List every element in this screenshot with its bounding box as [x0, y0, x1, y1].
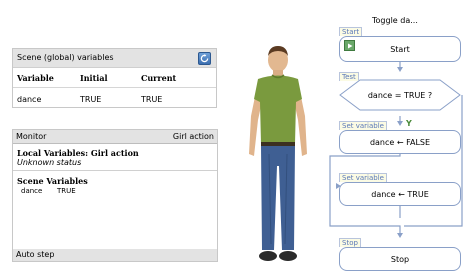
scene-table-header-row: Variable Initial Current [13, 68, 216, 88]
scene-variables-panel: Scene (global) variables Variable Initia… [12, 48, 217, 108]
scene-variables-table: Variable Initial Current dance TRUE TRUE [13, 68, 216, 110]
monitor-section-divider [13, 170, 217, 171]
scene-var-name: dance [21, 187, 43, 195]
column-header-variable: Variable [13, 68, 76, 88]
monitor-body: Local Variables: Girl action Unknown sta… [13, 148, 217, 196]
local-status: Unknown status [17, 158, 82, 167]
monitor-header: Monitor Girl action [13, 130, 217, 143]
monitor-title: Monitor [16, 132, 47, 141]
table-row[interactable]: dance TRUE TRUE [13, 88, 216, 111]
flow-title: Toggle da... [372, 16, 418, 25]
start-node-label: Start [339, 27, 363, 36]
cell-current: TRUE [141, 94, 163, 104]
scene-variables-title: Scene (global) variables [17, 53, 114, 62]
local-variables-title: Local Variables: Girl action [17, 148, 139, 158]
refresh-icon[interactable] [198, 52, 211, 65]
set-variable-1-node[interactable]: dance ← FALSE [339, 130, 461, 154]
character-figure [249, 46, 307, 261]
cell-initial: TRUE [80, 94, 102, 104]
monitor-panel: Monitor Girl action Local Variables: Gir… [12, 129, 218, 262]
stop-node-text: Stop [390, 254, 410, 264]
monitor-agent-label: Girl action [172, 132, 214, 141]
column-header-current: Current [137, 68, 216, 88]
play-icon[interactable] [344, 40, 355, 51]
list-item: dance TRUE [17, 186, 217, 196]
stop-node[interactable]: Stop [339, 247, 461, 271]
start-node[interactable]: Start [339, 36, 461, 62]
test-node-text: dance = TRUE ? [367, 90, 433, 100]
cell-variable: dance [17, 94, 42, 104]
auto-step-button[interactable]: Auto step [13, 249, 217, 261]
start-node-text: Start [390, 44, 410, 54]
set-variable-2-text: dance ← TRUE [371, 189, 429, 199]
monitor-divider [13, 143, 217, 144]
stop-node-label: Stop [339, 238, 361, 247]
test-node[interactable]: dance = TRUE ? [340, 80, 460, 110]
column-header-initial: Initial [76, 68, 137, 88]
yes-branch-label: Y [406, 119, 412, 128]
set-variable-1-label: Set variable [339, 121, 387, 130]
set-variable-2-node[interactable]: dance ← TRUE [339, 182, 461, 206]
set-variable-1-text: dance ← FALSE [369, 137, 431, 147]
scene-variables-subtitle: Scene Variables [17, 176, 88, 186]
scene-var-value: TRUE [57, 187, 76, 195]
set-variable-2-label: Set variable [339, 173, 387, 182]
scene-variables-header: Scene (global) variables [13, 49, 216, 68]
